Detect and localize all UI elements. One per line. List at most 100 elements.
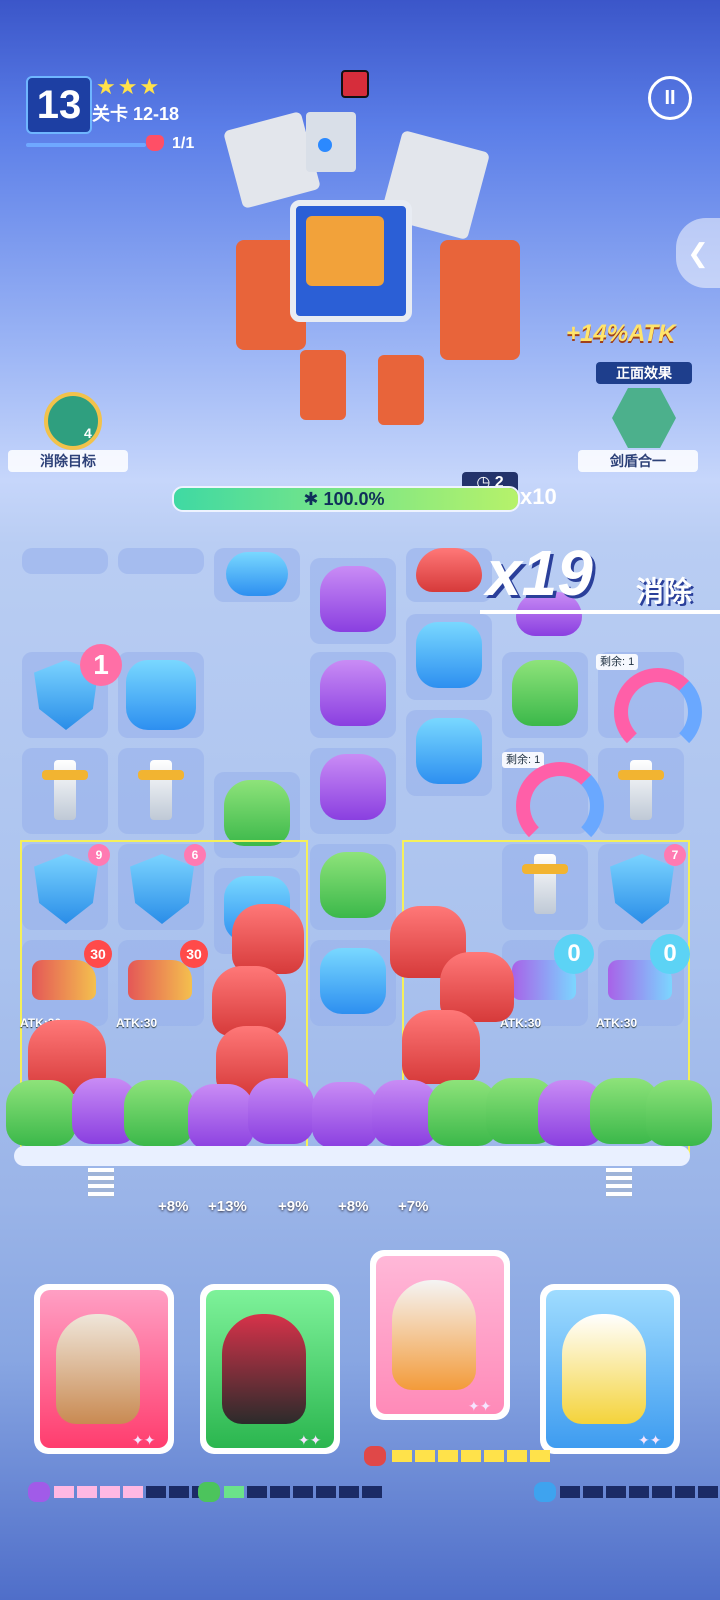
blue-robot-gem[interactable] <box>416 718 482 784</box>
hero-card-caveman[interactable]: ✦✦ <box>34 1284 174 1454</box>
blaster-gem[interactable] <box>128 960 192 1000</box>
bonus-percent: +13% <box>208 1198 247 1215</box>
purple-monster-gem[interactable] <box>188 1084 254 1150</box>
energy-segment <box>54 1486 74 1498</box>
energy-segment <box>77 1486 97 1498</box>
pause-button[interactable]: II <box>648 76 692 120</box>
blue-robot-gem[interactable] <box>226 552 288 596</box>
energy-segment <box>247 1486 267 1498</box>
board-tile[interactable] <box>118 548 204 574</box>
purple-monster-gem[interactable] <box>320 754 386 820</box>
red-mushroom-gem[interactable] <box>402 1010 480 1084</box>
sword-gem[interactable] <box>42 760 88 820</box>
hero-card-opera[interactable]: ✦✦ <box>200 1284 340 1454</box>
energy-segment <box>339 1486 359 1498</box>
sword-gem[interactable] <box>618 760 664 820</box>
bonus-percent: +8% <box>338 1198 369 1215</box>
side-drawer-tab[interactable]: ❮ <box>676 218 720 288</box>
green-monster-gem[interactable] <box>320 852 386 918</box>
energy-segment <box>270 1486 290 1498</box>
blue-robot-gem[interactable] <box>320 948 386 1014</box>
effect-title: 正面效果 <box>596 362 692 384</box>
combo-count: x19 <box>486 537 593 609</box>
hero-energy-bar <box>54 1486 212 1498</box>
energy-segment <box>123 1486 143 1498</box>
bonus-percent: +8% <box>158 1198 189 1215</box>
blue-robot-gem[interactable] <box>126 660 196 730</box>
heart-counter: 1 <box>80 644 122 686</box>
purple-monster-gem[interactable] <box>320 566 386 632</box>
purple-monster-gem[interactable] <box>320 660 386 726</box>
damage-multiplier: x10 <box>520 484 557 509</box>
energy-segment <box>100 1486 120 1498</box>
bonus-percent: +9% <box>278 1198 309 1215</box>
boss-leg-left <box>300 350 346 420</box>
energy-segment <box>583 1486 603 1498</box>
energy-segment <box>629 1486 649 1498</box>
purple-monster-icon <box>28 1482 50 1502</box>
caveman-hero-portrait <box>56 1314 140 1424</box>
effect-label: 剑盾合一 <box>578 450 698 472</box>
sword-gem[interactable] <box>138 760 184 820</box>
green-monster-gem[interactable] <box>6 1080 76 1146</box>
purple-monster-gem[interactable] <box>312 1082 378 1148</box>
green-monster-gem[interactable] <box>124 1080 194 1146</box>
blaster-counter: 30 <box>84 940 112 968</box>
bonus-percent: +7% <box>398 1198 429 1215</box>
spring-right <box>606 1168 632 1198</box>
energy-segment <box>169 1486 189 1498</box>
boss-progress: 1/1 <box>172 135 195 152</box>
boss-flag-icon <box>341 70 369 98</box>
pause-icon: II <box>664 87 676 109</box>
combo-underline <box>480 610 720 614</box>
energy-segment <box>392 1450 412 1462</box>
shield-counter: 6 <box>184 844 206 866</box>
energy-segment <box>560 1486 580 1498</box>
red-mushroom-gem[interactable] <box>416 548 482 592</box>
blaster-gem[interactable] <box>32 960 96 1000</box>
star-rating-icon: ✦✦ <box>638 1432 662 1448</box>
hero-card-bear[interactable]: ✦✦ <box>540 1284 680 1454</box>
remain-label: 剩余: 1 <box>502 752 545 768</box>
atk-bonus-text: +14%ATK <box>566 320 676 347</box>
boomerang-gem[interactable] <box>614 668 702 756</box>
level-number: 13 <box>26 76 92 134</box>
blue-robot-gem[interactable] <box>416 622 482 688</box>
shield-counter: 9 <box>88 844 110 866</box>
ice-blaster-counter: 0 <box>554 934 594 974</box>
astronaut-girl-hero-portrait <box>392 1280 476 1390</box>
energy-segment <box>484 1450 504 1462</box>
green-monster-icon <box>198 1482 220 1502</box>
sword-shield-effect-icon[interactable] <box>612 388 676 448</box>
energy-segment <box>530 1450 550 1462</box>
boss-arm-right <box>440 240 520 360</box>
hero-card-astronaut-girl[interactable]: ✦✦ <box>370 1250 510 1420</box>
hero-energy-bar <box>392 1450 550 1462</box>
target-badge-count: 4 <box>84 425 92 441</box>
boomerang-gem[interactable] <box>516 762 604 850</box>
green-monster-gem[interactable] <box>646 1080 712 1146</box>
red-mushroom-gem[interactable] <box>232 904 304 974</box>
blue-robot-icon <box>534 1482 556 1502</box>
stage-label: 关卡 12-18 <box>92 104 180 124</box>
hero-energy-bar <box>224 1486 382 1498</box>
shield-counter: 7 <box>664 844 686 866</box>
green-monster-gem[interactable] <box>224 780 290 846</box>
energy-segment <box>698 1486 718 1498</box>
star-rating-icon: ✦✦ <box>132 1432 156 1448</box>
board-tile[interactable] <box>22 548 108 574</box>
green-monster-gem[interactable] <box>512 660 578 726</box>
purple-monster-gem[interactable] <box>248 1078 314 1144</box>
energy-segment <box>224 1486 244 1498</box>
stage-stars: ★★★ <box>96 74 162 99</box>
blaster-counter: 30 <box>180 940 208 968</box>
boss-eye <box>318 138 332 152</box>
energy-segment <box>415 1450 435 1462</box>
blaster-atk: ATK:30 <box>116 1016 158 1030</box>
sword-gem[interactable] <box>522 854 568 914</box>
target-badge-icon[interactable] <box>44 392 102 450</box>
ice-blaster-counter: 0 <box>650 934 690 974</box>
energy-segment <box>293 1486 313 1498</box>
energy-segment <box>316 1486 336 1498</box>
energy-segment <box>146 1486 166 1498</box>
